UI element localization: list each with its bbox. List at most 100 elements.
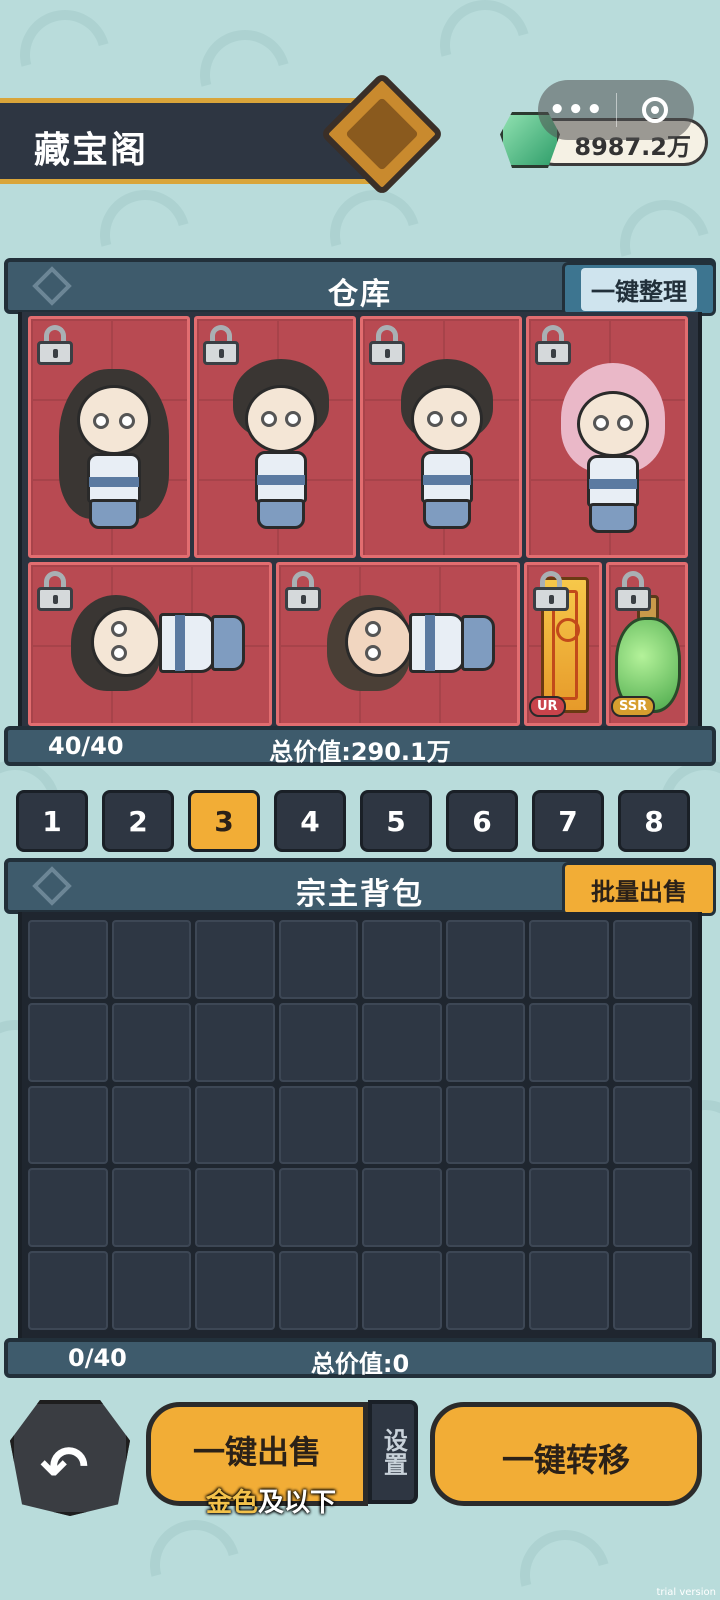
trial-watermark: trial version [656, 1587, 716, 1598]
lock-icon[interactable] [285, 571, 321, 611]
lock-icon[interactable] [533, 571, 569, 611]
backpack-panel [18, 912, 702, 1338]
backpack-total-value: 总价值:0 [310, 1350, 410, 1378]
warehouse-stats-bar: 40/40 总价值:290.1万 [4, 726, 716, 766]
back-arrow-icon: ↶ [40, 1433, 89, 1501]
disciple-figure-icon [391, 359, 501, 539]
one-click-transfer-button[interactable]: 一键转移 [430, 1402, 702, 1506]
disciple-figure-icon [557, 363, 667, 543]
warehouse-total-value: 总价值:290.1万 [269, 738, 451, 766]
backpack-stats-bar: 0/40 总价值:0 [4, 1338, 716, 1378]
backpack-slot[interactable] [362, 1251, 442, 1330]
backpack-slot[interactable] [612, 1085, 692, 1165]
backpack-slot[interactable] [529, 1251, 609, 1330]
warehouse-item-scroll[interactable]: UR [524, 562, 602, 726]
backpack-slot[interactable] [362, 1168, 442, 1248]
backpack-slot[interactable] [278, 1251, 358, 1330]
backpack-slot[interactable] [195, 1168, 275, 1248]
backpack-slot[interactable] [278, 1002, 358, 1082]
backpack-slot[interactable] [278, 1168, 358, 1248]
backpack-slot[interactable] [612, 1251, 692, 1330]
backpack-slot[interactable] [445, 920, 525, 999]
miniprogram-capsule: ••• [538, 80, 694, 140]
backpack-slot[interactable] [612, 1002, 692, 1082]
backpack-slot[interactable] [362, 1002, 442, 1082]
backpack-slot[interactable] [111, 1002, 191, 1082]
warehouse-item-character[interactable] [526, 316, 688, 558]
warehouse-item-character[interactable] [276, 562, 520, 726]
warehouse-item-character[interactable] [28, 562, 272, 726]
backpack-slot[interactable] [195, 1085, 275, 1165]
warehouse-item-bottle[interactable]: SSR [606, 562, 688, 726]
backpack-slot[interactable] [28, 1002, 108, 1082]
warehouse-item-character[interactable] [28, 316, 190, 558]
sell-settings-button[interactable]: 设置 [368, 1400, 418, 1504]
backpack-slot[interactable] [529, 1168, 609, 1248]
backpack-slot[interactable] [445, 1168, 525, 1248]
page-tab-2[interactable]: 2 [102, 790, 174, 852]
page-tab-1[interactable]: 1 [16, 790, 88, 852]
disciple-figure-icon [225, 359, 335, 539]
one-click-transfer-label: 一键转移 [501, 1441, 630, 1479]
page-tab-4[interactable]: 4 [274, 790, 346, 852]
one-click-sell-label: 一键出售 [192, 1433, 321, 1471]
warehouse-header: 仓库 一键整理 [4, 258, 716, 316]
rarity-badge: UR [529, 696, 566, 717]
lock-icon[interactable] [615, 571, 651, 611]
close-target-icon[interactable] [617, 97, 695, 123]
backpack-slot[interactable] [362, 920, 442, 999]
backpack-slot[interactable] [195, 1002, 275, 1082]
more-menu-icon[interactable]: ••• [538, 95, 616, 125]
backpack-slot[interactable] [612, 1168, 692, 1248]
sell-filter-label: 金色及以下 [206, 1482, 336, 1519]
backpack-slot[interactable] [529, 1085, 609, 1165]
page-tabs: 1 2 3 4 5 6 7 8 [16, 790, 704, 854]
page-tab-7[interactable]: 7 [532, 790, 604, 852]
backpack-slot[interactable] [278, 920, 358, 999]
backpack-slot[interactable] [195, 920, 275, 999]
page-tab-8[interactable]: 8 [618, 790, 690, 852]
backpack-grid [28, 920, 692, 1330]
backpack-slot[interactable] [28, 1085, 108, 1165]
lock-icon[interactable] [203, 325, 239, 365]
sell-filter-gold: 金色 [206, 1488, 259, 1518]
rarity-badge: SSR [611, 696, 656, 717]
page-tab-6[interactable]: 6 [446, 790, 518, 852]
backpack-slot[interactable] [362, 1085, 442, 1165]
backpack-header: 宗主背包 批量出售 [4, 858, 716, 916]
warehouse-item-character[interactable] [194, 316, 356, 558]
backpack-slot[interactable] [28, 1251, 108, 1330]
page-tab-5[interactable]: 5 [360, 790, 432, 852]
title-banner: 藏宝阁 [0, 98, 370, 184]
backpack-slot[interactable] [278, 1085, 358, 1165]
warehouse-item-character[interactable] [360, 316, 522, 558]
disciple-figure-icon [71, 585, 251, 705]
batch-sell-button[interactable]: 批量出售 [562, 862, 716, 916]
lock-icon[interactable] [535, 325, 571, 365]
page-tab-3[interactable]: 3 [188, 790, 260, 852]
backpack-slot[interactable] [529, 1002, 609, 1082]
lock-icon[interactable] [369, 325, 405, 365]
backpack-slot[interactable] [445, 1085, 525, 1165]
backpack-slot[interactable] [28, 1168, 108, 1248]
backpack-slot[interactable] [612, 920, 692, 999]
sort-button-label: 一键整理 [581, 267, 697, 311]
lock-icon[interactable] [37, 325, 73, 365]
backpack-slot[interactable] [111, 1085, 191, 1165]
disciple-figure-icon [59, 369, 169, 549]
sell-filter-rest: 及以下 [258, 1488, 337, 1518]
backpack-slot[interactable] [445, 1251, 525, 1330]
backpack-slot[interactable] [445, 1002, 525, 1082]
sort-button[interactable]: 一键整理 [562, 262, 716, 316]
lock-icon[interactable] [37, 571, 73, 611]
backpack-slot[interactable] [111, 1168, 191, 1248]
disciple-figure-icon [323, 585, 503, 705]
page-title: 藏宝阁 [34, 130, 149, 171]
backpack-slot[interactable] [111, 920, 191, 999]
backpack-slot[interactable] [195, 1251, 275, 1330]
backpack-slot[interactable] [529, 920, 609, 999]
back-button[interactable]: ↶ [10, 1400, 130, 1516]
warehouse-panel: UR SSR [18, 312, 702, 742]
backpack-slot[interactable] [28, 920, 108, 999]
backpack-slot[interactable] [111, 1251, 191, 1330]
